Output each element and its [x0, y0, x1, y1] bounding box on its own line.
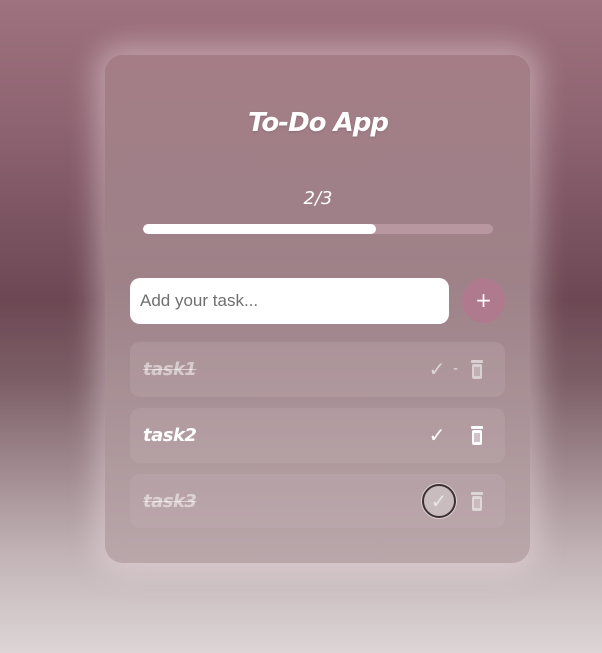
delete-task-button[interactable] — [469, 491, 485, 513]
trash-icon — [471, 426, 483, 445]
check-icon: ✓ — [428, 357, 446, 381]
app-title: To-Do App — [248, 108, 389, 138]
complete-task-button[interactable]: ✓ — [422, 420, 452, 450]
complete-task-button[interactable]: ✓ — [422, 484, 456, 518]
check-icon: ✓ — [428, 423, 446, 447]
progress-count: 2/3 — [303, 188, 333, 209]
trash-icon — [471, 360, 483, 379]
delete-task-button[interactable] — [469, 425, 485, 447]
trash-icon — [471, 492, 483, 511]
task-separator: - — [453, 361, 459, 377]
progress-bar — [143, 224, 493, 234]
check-icon: ✓ — [430, 489, 448, 513]
task-input[interactable] — [130, 278, 449, 324]
task-item: task1 ✓ - — [130, 342, 505, 397]
complete-task-button[interactable]: ✓ — [422, 354, 452, 384]
task-label: task1 — [143, 359, 197, 380]
task-item: task3 ✓ — [130, 474, 505, 528]
progress-bar-fill — [143, 224, 377, 234]
task-label: task3 — [143, 491, 197, 512]
delete-task-button[interactable] — [469, 359, 485, 381]
add-task-button[interactable]: + — [462, 278, 505, 323]
task-item: task2 ✓ — [130, 408, 505, 463]
task-label: task2 — [143, 425, 197, 446]
